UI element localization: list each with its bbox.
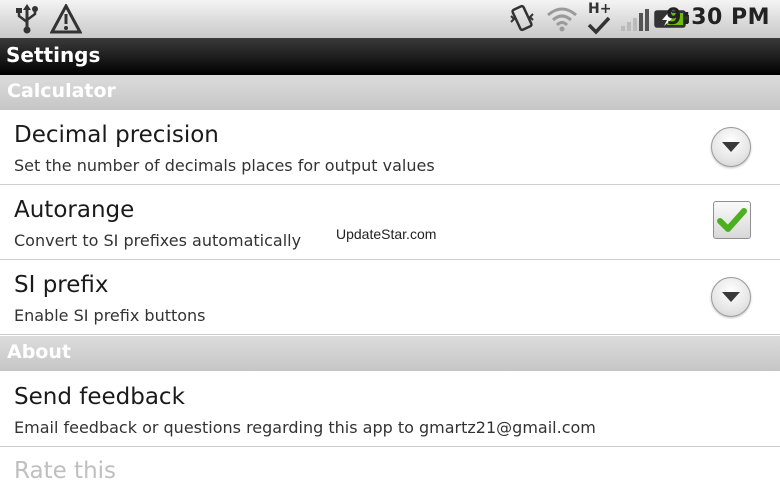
preference-summary: Convert to SI prefixes automatically bbox=[14, 231, 302, 250]
preference-summary: Set the number of decimals places for ou… bbox=[14, 156, 435, 175]
section-label: Calculator bbox=[7, 80, 116, 102]
usb-icon bbox=[16, 4, 38, 34]
dropdown-arrow-icon[interactable] bbox=[711, 277, 751, 317]
section-label: About bbox=[7, 341, 71, 363]
dropdown-arrow-icon[interactable] bbox=[711, 127, 751, 167]
wifi-icon bbox=[547, 7, 577, 32]
hspa-plus-icon: H+ bbox=[586, 1, 614, 35]
autorange-checkbox[interactable] bbox=[713, 201, 751, 239]
preference-si-prefix[interactable]: SI prefix Enable SI prefix buttons bbox=[0, 260, 780, 335]
status-bar: H+ 9:30 PM bbox=[0, 0, 780, 39]
preference-summary: Enable SI prefix buttons bbox=[14, 306, 206, 325]
page-title: Settings bbox=[6, 43, 101, 67]
preference-send-feedback[interactable]: Send feedback Email feedback or question… bbox=[0, 372, 780, 447]
signal-icon bbox=[621, 9, 649, 31]
title-bar: Settings bbox=[0, 38, 780, 75]
preference-rate-partial[interactable]: Rate this bbox=[0, 448, 780, 484]
clock-time: 9:30 PM bbox=[666, 5, 770, 30]
preference-autorange[interactable]: Autorange Convert to SI prefixes automat… bbox=[0, 185, 780, 260]
section-header-about: About bbox=[0, 336, 780, 371]
checkmark-icon bbox=[717, 208, 747, 232]
section-header-calculator: Calculator bbox=[0, 75, 780, 110]
preference-title: SI prefix bbox=[14, 272, 109, 298]
preference-decimal-precision[interactable]: Decimal precision Set the number of deci… bbox=[0, 110, 780, 185]
preference-title: Send feedback bbox=[14, 384, 185, 410]
preference-title: Rate this bbox=[14, 458, 117, 484]
vibrate-icon bbox=[510, 4, 534, 32]
watermark-text: UpdateStar.com bbox=[336, 226, 437, 242]
preference-summary: Email feedback or questions regarding th… bbox=[14, 418, 596, 437]
preference-title: Autorange bbox=[14, 197, 135, 223]
warning-icon bbox=[50, 4, 82, 34]
preference-title: Decimal precision bbox=[14, 122, 219, 148]
